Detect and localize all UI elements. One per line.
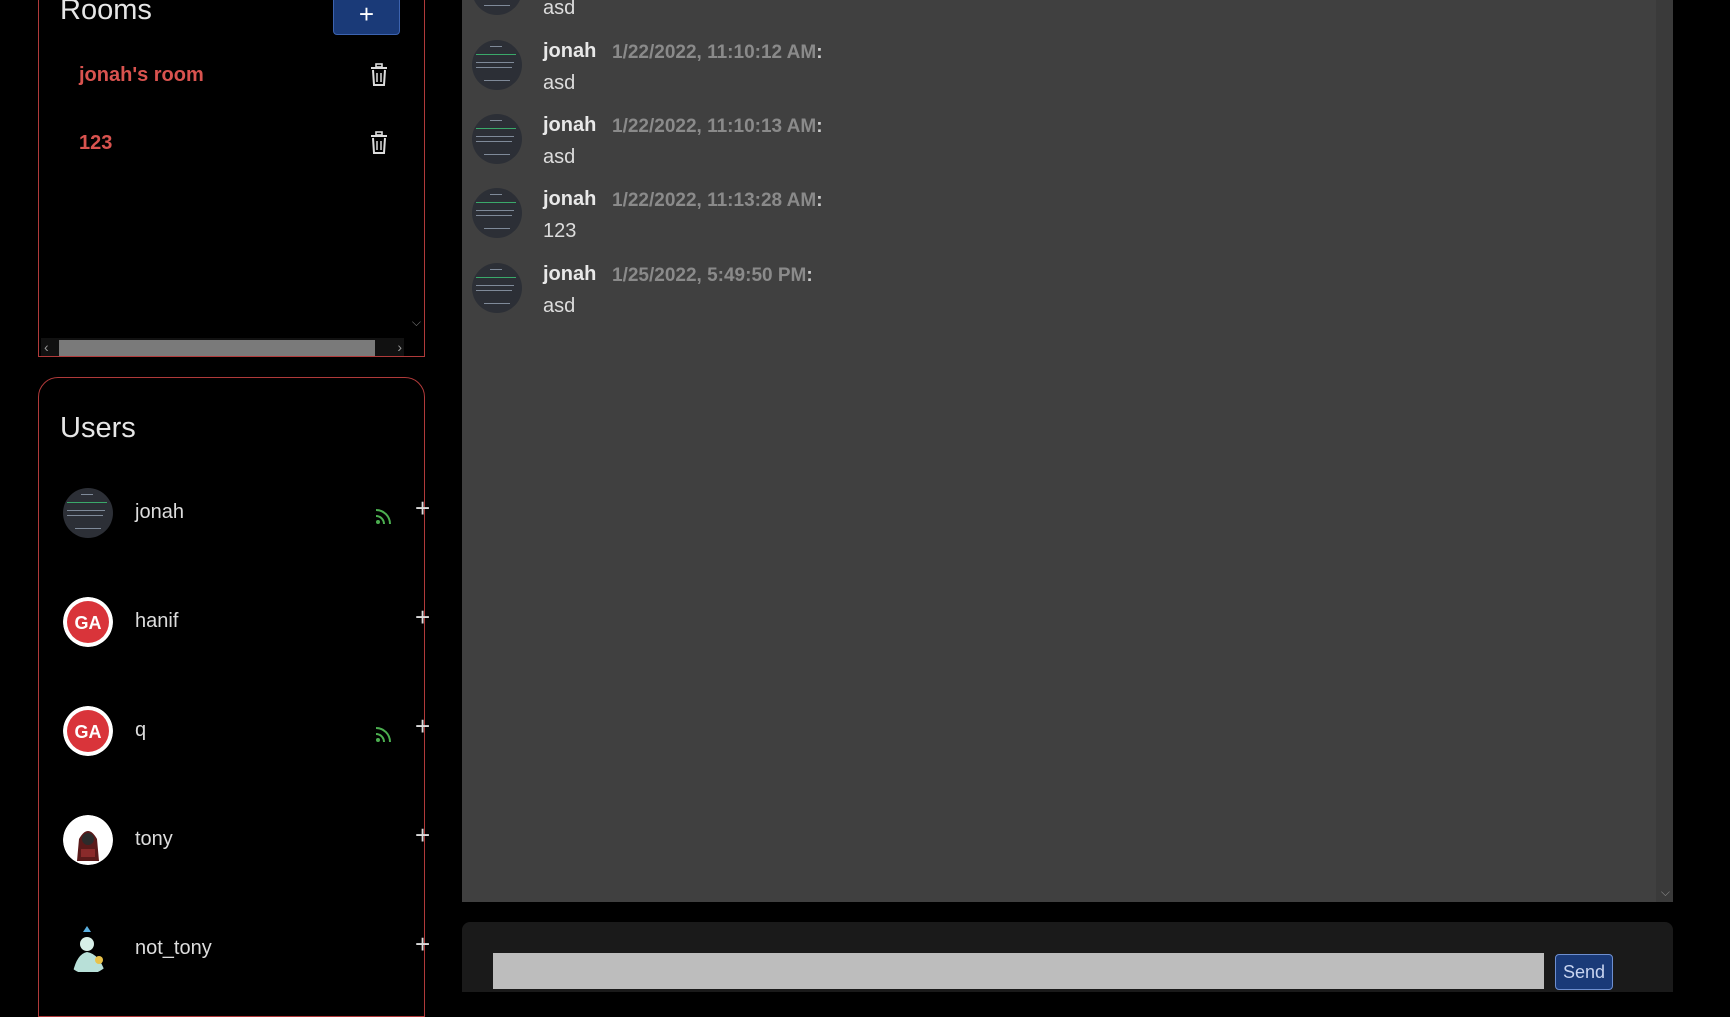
svg-text:GA: GA (75, 613, 102, 633)
message-text: asd (543, 0, 576, 19)
rooms-panel: Rooms + jonah's room 123 ⌵ ‹ › (38, 0, 425, 357)
message-text: asd (543, 72, 576, 94)
user-name: tony (135, 828, 173, 850)
add-user-icon[interactable]: + (415, 713, 430, 739)
send-button[interactable]: Send (1555, 954, 1613, 990)
avatar (472, 114, 522, 164)
user-row[interactable]: jonah + (63, 483, 430, 543)
rooms-horizontal-scrollbar[interactable]: ‹ › (41, 338, 404, 356)
svg-text:GA: GA (75, 722, 102, 742)
online-signal-icon (375, 727, 391, 743)
chevron-right-icon[interactable]: › (397, 338, 402, 356)
character-avatar (63, 924, 113, 974)
avatar (472, 0, 522, 15)
room-item[interactable]: 123 (79, 123, 389, 163)
chat-message: jonah 1/22/2022, 11:10:12 AM: asd (472, 40, 1372, 100)
message-author: jonah (543, 188, 597, 210)
users-title: Users (60, 412, 136, 444)
chat-message-list[interactable]: asd jonah 1/22/2022, 11:10:12 AM: asd jo… (462, 0, 1673, 902)
chat-vertical-scrollbar[interactable]: ⌵ (1656, 0, 1673, 902)
avatar (472, 263, 522, 313)
trash-icon[interactable] (369, 63, 389, 87)
trash-icon[interactable] (369, 131, 389, 155)
message-author: jonah (543, 263, 597, 285)
user-row[interactable]: GA hanif + (63, 592, 430, 652)
user-name: jonah (135, 501, 184, 523)
message-timestamp: 1/22/2022, 11:10:12 AM: (612, 42, 823, 63)
message-timestamp: 1/22/2022, 11:10:13 AM: (612, 116, 823, 137)
add-user-icon[interactable]: + (415, 495, 430, 521)
scrollbar-thumb[interactable] (59, 340, 375, 356)
room-label[interactable]: 123 (79, 132, 112, 155)
avatar (472, 40, 522, 90)
message-text: asd (543, 295, 576, 317)
user-row[interactable]: GA q + (63, 701, 430, 761)
room-label[interactable]: jonah's room (79, 64, 204, 87)
ga-logo-avatar: GA (63, 706, 113, 756)
message-input[interactable] (493, 953, 1544, 989)
message-author: jonah (543, 40, 597, 62)
chevron-down-icon[interactable]: ⌵ (412, 315, 421, 330)
user-name: hanif (135, 610, 179, 632)
chat-message: asd (472, 0, 1372, 25)
message-author: jonah (543, 114, 597, 136)
chat-message: jonah 1/25/2022, 5:49:50 PM: asd (472, 263, 1372, 323)
add-user-icon[interactable]: + (415, 822, 430, 848)
users-panel: Users jonah + GA hanif + GA q + tony + n… (38, 377, 430, 1017)
room-item[interactable]: jonah's room (79, 55, 389, 95)
chevron-left-icon[interactable]: ‹ (44, 338, 49, 356)
message-text: asd (543, 146, 576, 168)
message-text: 123 (543, 220, 577, 242)
rooms-title: Rooms (60, 0, 152, 26)
message-timestamp: 1/22/2022, 11:13:28 AM: (612, 190, 823, 211)
add-user-icon[interactable]: + (415, 604, 430, 630)
chat-message: jonah 1/22/2022, 11:13:28 AM: 123 (472, 188, 1372, 248)
online-signal-icon (375, 509, 391, 525)
hooded-figure-avatar (63, 815, 113, 865)
user-row[interactable]: not_tony + (63, 919, 430, 979)
add-room-button[interactable]: + (333, 0, 400, 35)
chat-message: jonah 1/22/2022, 11:10:13 AM: asd (472, 114, 1372, 174)
add-user-icon[interactable]: + (415, 931, 430, 957)
message-composer: Send (462, 922, 1673, 992)
user-row[interactable]: tony + (63, 810, 430, 870)
ga-logo-avatar: GA (63, 597, 113, 647)
avatar (472, 188, 522, 238)
chevron-down-icon[interactable]: ⌵ (1661, 885, 1670, 900)
user-name: q (135, 719, 147, 741)
avatar (63, 488, 113, 538)
message-timestamp: 1/25/2022, 5:49:50 PM: (612, 265, 813, 286)
user-name: not_tony (135, 937, 212, 959)
